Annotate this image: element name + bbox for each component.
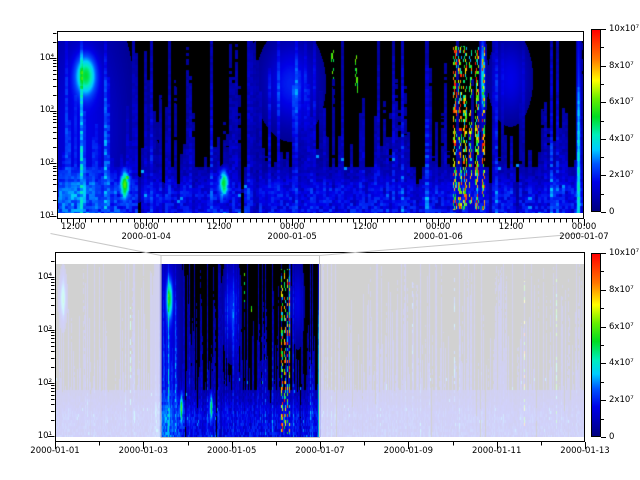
- detail-x-tick-label: 00:00: [413, 222, 463, 232]
- colorbar-tick-label: 0: [609, 207, 640, 217]
- colorbar-tick-label: 4x10⁷: [609, 134, 640, 144]
- y-tick-label: 10¹: [22, 431, 52, 441]
- overview-x-tick-label: 2000-01-13: [555, 446, 615, 456]
- detail-x-tick-date: 2000-01-04: [116, 232, 176, 242]
- y-tick-label: 10¹: [24, 211, 54, 221]
- y-tick-label: 10²: [22, 378, 52, 388]
- detail-x-tick-label: 12:00: [340, 222, 390, 232]
- detail-x-tick-date: 2000-01-07: [554, 232, 614, 242]
- colorbar-tick-label: 2x10⁷: [609, 170, 640, 180]
- y-tick-label: 10⁴: [22, 272, 52, 282]
- y-tick-label: 10³: [22, 325, 52, 335]
- colorbar-tick-label: 10x10⁷: [609, 24, 640, 34]
- overview-x-tick-label: 2000-01-07: [290, 446, 350, 456]
- y-tick-label: 10²: [24, 158, 54, 168]
- overview-x-tick-label: 2000-01-03: [113, 446, 173, 456]
- detail-x-tick-label: 00:00: [559, 222, 609, 232]
- overview-x-tick-label: 2000-01-11: [467, 446, 527, 456]
- detail-spectrogram-canvas[interactable]: [58, 41, 583, 213]
- detail-x-tick-date: 2000-01-06: [408, 232, 468, 242]
- colorbar-tick-label: 8x10⁷: [609, 285, 640, 295]
- colorbar-tick-label: 10x10⁷: [609, 248, 640, 258]
- colorbar-overview: [591, 253, 601, 437]
- colorbar-tick-label: 4x10⁷: [609, 358, 640, 368]
- colorbar-tick-label: 8x10⁷: [609, 61, 640, 71]
- colorbar-tick-label: 2x10⁷: [609, 395, 640, 405]
- spectrogram-figure: 12:0000:002000-01-0412:0000:002000-01-05…: [0, 0, 640, 480]
- overview-x-tick-label: 2000-01-05: [202, 446, 262, 456]
- detail-x-tick-date: 2000-01-05: [262, 232, 322, 242]
- colorbar-detail: [591, 29, 601, 212]
- zoom-region-box[interactable]: [161, 256, 319, 438]
- detail-x-tick-label: 12:00: [48, 222, 98, 232]
- y-tick-label: 10⁴: [24, 53, 54, 63]
- detail-x-tick-label: 12:00: [486, 222, 536, 232]
- detail-x-tick-label: 00:00: [267, 222, 317, 232]
- detail-x-tick-label: 00:00: [121, 222, 171, 232]
- overview-x-tick-label: 2000-01-09: [378, 446, 438, 456]
- colorbar-tick-label: 6x10⁷: [609, 97, 640, 107]
- overview-x-tick-label: 2000-01-01: [25, 446, 85, 456]
- detail-x-tick-label: 12:00: [194, 222, 244, 232]
- y-tick-label: 10³: [24, 105, 54, 115]
- colorbar-tick-label: 6x10⁷: [609, 322, 640, 332]
- colorbar-tick-label: 0: [609, 432, 640, 442]
